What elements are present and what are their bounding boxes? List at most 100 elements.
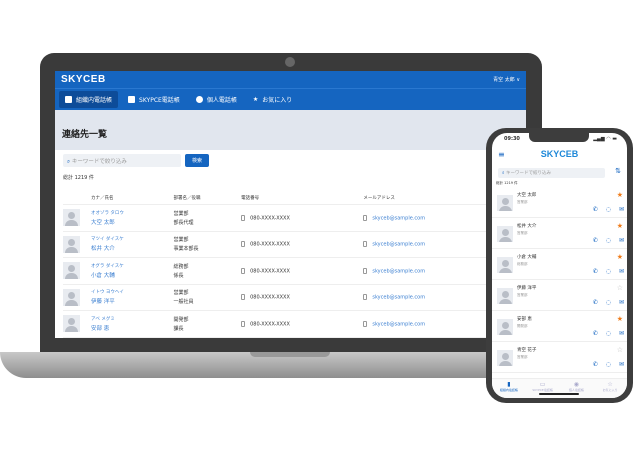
phone-icon[interactable]: ✆ bbox=[593, 299, 598, 306]
phone-contact-item[interactable]: 小倉 大輔 総務部 ★ ✆ ◌ ✉ bbox=[492, 249, 627, 280]
phone-number[interactable]: 080-XXXX-XXXX bbox=[250, 268, 290, 274]
contact-name[interactable]: 安部 恵 bbox=[91, 324, 173, 332]
contact-name[interactable]: 松井 大介 bbox=[91, 244, 173, 252]
mail-icon[interactable]: ✉ bbox=[619, 268, 624, 275]
phone-contact-item[interactable]: 大空 太郎 営業部 ★ ✆ ◌ ✉ bbox=[492, 187, 627, 218]
phone-cell: 080-XXXX-XXXX bbox=[241, 231, 364, 258]
phone-tab[interactable]: ▭ SKYPCE電話帳 bbox=[526, 379, 560, 398]
table-row[interactable]: イトウ ヨウヘイ 伊藤 洋平 営業部 一般社員 080-XXXX-XXXX skyc… bbox=[63, 284, 518, 311]
department: 営業部 bbox=[517, 293, 528, 297]
contact-name[interactable]: 大空 太郎 bbox=[91, 218, 173, 226]
job-title: 部長代理 bbox=[173, 219, 194, 226]
phone-icon[interactable]: ✆ bbox=[593, 237, 598, 244]
phone-tab[interactable]: ☆ お気に入り bbox=[593, 379, 627, 398]
mail-icon[interactable]: ✉ bbox=[619, 361, 624, 368]
phone-tab[interactable]: ▮ 組織内電話帳 bbox=[492, 379, 526, 398]
department: 営業部 bbox=[173, 237, 189, 244]
phone-contact-item[interactable]: 伊藤 洋平 営業部 ☆ ✆ ◌ ✉ bbox=[492, 280, 627, 311]
mail-icon[interactable]: ✉ bbox=[619, 237, 624, 244]
home-indicator bbox=[539, 393, 579, 395]
email-link[interactable]: skyceb@sample.com bbox=[372, 215, 425, 221]
phone-icon[interactable]: ✆ bbox=[593, 330, 598, 337]
person-icon bbox=[195, 96, 203, 103]
star-filled-icon[interactable]: ★ bbox=[617, 315, 623, 323]
tab-personal-directory[interactable]: 個人電話帳 bbox=[190, 91, 243, 108]
user-menu[interactable]: 青空 太郎 ∨ bbox=[493, 76, 520, 83]
tab-label: 組織内電話帳 bbox=[76, 97, 113, 104]
mail-icon bbox=[363, 320, 368, 327]
phone-icon[interactable]: ✆ bbox=[593, 361, 598, 368]
table-row[interactable]: オオゾラ タロウ 大空 太郎 営業部 部長代理 080-XXXX-XXXX skyc… bbox=[63, 204, 518, 232]
col-name: カナ／氏名 bbox=[91, 192, 174, 205]
table-row[interactable]: オグラ ダイスケ 小倉 大輔 総務部 係長 080-XXXX-XXXX skyceb… bbox=[63, 257, 518, 285]
phone-number[interactable]: 080-XXXX-XXXX bbox=[250, 242, 290, 248]
table-row[interactable]: マツイ ダイスケ 松井 大介 営業部 事業本部長 080-XXXX-XXXX sky… bbox=[63, 231, 518, 258]
mail-icon[interactable]: ✉ bbox=[619, 299, 624, 306]
star-filled-icon[interactable]: ★ bbox=[617, 222, 623, 230]
name-cell: オグラ ダイスケ 小倉 大輔 bbox=[91, 257, 174, 285]
department: 営業部 bbox=[517, 200, 528, 204]
phone-number[interactable]: 080-XXXX-XXXX bbox=[250, 215, 290, 221]
search-button[interactable]: 検索 bbox=[185, 154, 210, 167]
mail-icon[interactable]: ✉ bbox=[619, 206, 624, 213]
search-placeholder: キーワードで絞り込み bbox=[71, 159, 127, 165]
contact-name[interactable]: 伊藤 洋平 bbox=[91, 297, 173, 305]
tab-label: 組織内電話帳 bbox=[499, 388, 518, 392]
mail-icon[interactable]: ✉ bbox=[619, 330, 624, 337]
chat-icon[interactable]: ◌ bbox=[606, 361, 611, 368]
phone-number[interactable]: 080-XXXX-XXXX bbox=[250, 295, 290, 301]
logo: SKYCEB bbox=[61, 74, 106, 85]
phone-icon[interactable]: ✆ bbox=[593, 268, 598, 275]
chat-icon[interactable]: ◌ bbox=[606, 299, 611, 306]
phone-tab-bar: ▮ 組織内電話帳 ▭ SKYPCE電話帳 ◉ 個人電話帳 ☆ お気に入り bbox=[492, 378, 627, 398]
status-time: 09:30 bbox=[504, 136, 520, 142]
kana: イトウ ヨウヘイ bbox=[91, 290, 124, 296]
contact-actions: ✆ ◌ ✉ bbox=[593, 206, 624, 213]
page-title: 連絡先一覧 bbox=[62, 130, 108, 140]
star-icon: ★ bbox=[252, 96, 259, 103]
tab-label: お気に入り bbox=[602, 388, 618, 392]
phone-sort-button[interactable]: ⇅ bbox=[615, 167, 621, 175]
star-outline-icon[interactable]: ☆ bbox=[617, 284, 623, 292]
tab-skypce-directory[interactable]: SKYPCE電話帳 bbox=[122, 91, 186, 108]
job-title: 課長 bbox=[173, 325, 184, 332]
phone-icon bbox=[241, 241, 246, 247]
job-title: 係長 bbox=[173, 272, 184, 279]
phone-contact-item[interactable]: 安部 恵 開発部 ★ ✆ ◌ ✉ bbox=[492, 311, 627, 342]
chat-icon[interactable]: ◌ bbox=[606, 268, 611, 275]
phone-number[interactable]: 080-XXXX-XXXX bbox=[250, 321, 290, 327]
avatar-cell bbox=[63, 257, 91, 285]
contact-name: 松井 大介 bbox=[517, 224, 537, 229]
email-link[interactable]: skyceb@sample.com bbox=[372, 268, 425, 274]
chat-icon[interactable]: ◌ bbox=[606, 330, 611, 337]
department: 総務部 bbox=[517, 262, 528, 266]
avatar bbox=[497, 257, 513, 273]
phone-contact-item[interactable]: 松井 大介 営業部 ★ ✆ ◌ ✉ bbox=[492, 218, 627, 249]
avatar-cell bbox=[63, 284, 91, 311]
email-link[interactable]: skyceb@sample.com bbox=[372, 242, 425, 248]
star-filled-icon[interactable]: ★ bbox=[617, 253, 623, 261]
phone-icon[interactable]: ✆ bbox=[593, 206, 598, 213]
tab-org-directory[interactable]: 組織内電話帳 bbox=[59, 91, 119, 108]
tab-favorites[interactable]: ★ お気に入り bbox=[247, 91, 298, 108]
avatar-col bbox=[63, 192, 91, 205]
chat-icon[interactable]: ◌ bbox=[606, 206, 611, 213]
table-row[interactable]: アベ メグミ 安部 恵 開発部 課長 080-XXXX-XXXX skyceb@sa… bbox=[63, 310, 518, 338]
search-input[interactable]: ⌕ キーワードで絞り込み bbox=[63, 154, 181, 167]
star-filled-icon[interactable]: ★ bbox=[617, 191, 623, 199]
contact-name[interactable]: 小倉 大輔 bbox=[91, 271, 173, 279]
phone-contact-item[interactable]: 青空 花子 営業部 ☆ ✆ ◌ ✉ bbox=[492, 342, 627, 373]
kana: アベ メグミ bbox=[91, 316, 115, 322]
department: 営業部 bbox=[173, 290, 189, 297]
contact-actions: ✆ ◌ ✉ bbox=[593, 268, 624, 275]
tab-label: お気に入り bbox=[262, 97, 293, 104]
star-outline-icon[interactable]: ☆ bbox=[617, 346, 623, 354]
email-link[interactable]: skyceb@sample.com bbox=[372, 321, 425, 327]
phone-tab[interactable]: ◉ 個人電話帳 bbox=[560, 379, 594, 398]
name-cell: アベ メグミ安部 恵 bbox=[91, 310, 174, 338]
col-phone: 電話番号 bbox=[241, 192, 364, 205]
phone-search-input[interactable]: ⌕ キーワードで絞り込み bbox=[498, 168, 605, 178]
dept-cell: 総務部 係長 bbox=[173, 257, 242, 285]
email-link[interactable]: skyceb@sample.com bbox=[372, 295, 425, 301]
chat-icon[interactable]: ◌ bbox=[606, 237, 611, 244]
